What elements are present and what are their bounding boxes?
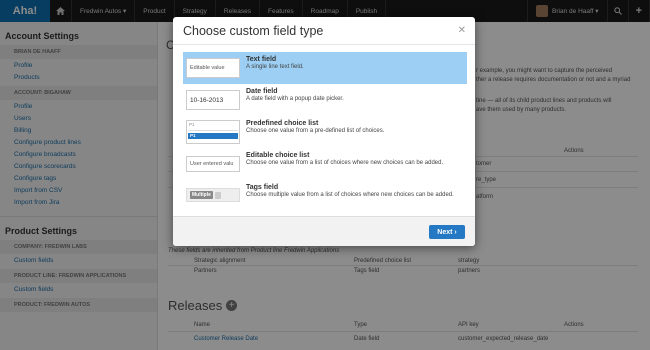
tag-chip: Multiple — [190, 191, 213, 199]
option-desc: Choose one value from a list of choices … — [246, 160, 444, 166]
option-desc: Choose one value from a pre-defined list… — [246, 128, 385, 134]
close-icon[interactable]: ✕ — [458, 25, 466, 36]
choice-list-preview: P1 P1 — [186, 120, 240, 144]
option-date-field[interactable]: 10-16-2013 Date field A date field with … — [183, 84, 467, 116]
option-editable-choice[interactable]: User entered valu Editable choice list C… — [183, 148, 467, 180]
modal-footer: Next › — [173, 216, 475, 246]
option-name: Date field — [246, 88, 278, 95]
next-button[interactable]: Next › — [429, 225, 465, 239]
option-text-field[interactable]: Editable value Text field A single line … — [183, 52, 467, 84]
choose-field-type-modal: Choose custom field type ✕ Editable valu… — [173, 17, 475, 246]
option-name: Text field — [246, 56, 277, 63]
option-tags-field[interactable]: Multiple Tags field Choose multiple valu… — [183, 180, 467, 212]
option-desc: Choose multiple value from a list of cho… — [246, 192, 454, 198]
text-field-preview: Editable value — [186, 58, 240, 78]
modal-header: Choose custom field type — [173, 17, 475, 45]
editable-choice-preview: User entered valu — [186, 156, 240, 172]
selected-choice: P1 — [188, 133, 238, 139]
tag-chip — [214, 191, 221, 199]
option-name: Editable choice list — [246, 152, 310, 159]
date-field-preview: 10-16-2013 — [186, 90, 240, 110]
option-name: Predefined choice list — [246, 120, 319, 127]
option-predefined-choice[interactable]: P1 P1 Predefined choice list Choose one … — [183, 116, 467, 148]
tags-preview: Multiple — [186, 188, 240, 202]
option-desc: A date field with a popup date picker. — [246, 96, 344, 102]
option-desc: A single line text field. — [246, 64, 304, 70]
modal-title: Choose custom field type — [183, 23, 324, 38]
option-name: Tags field — [246, 184, 279, 191]
